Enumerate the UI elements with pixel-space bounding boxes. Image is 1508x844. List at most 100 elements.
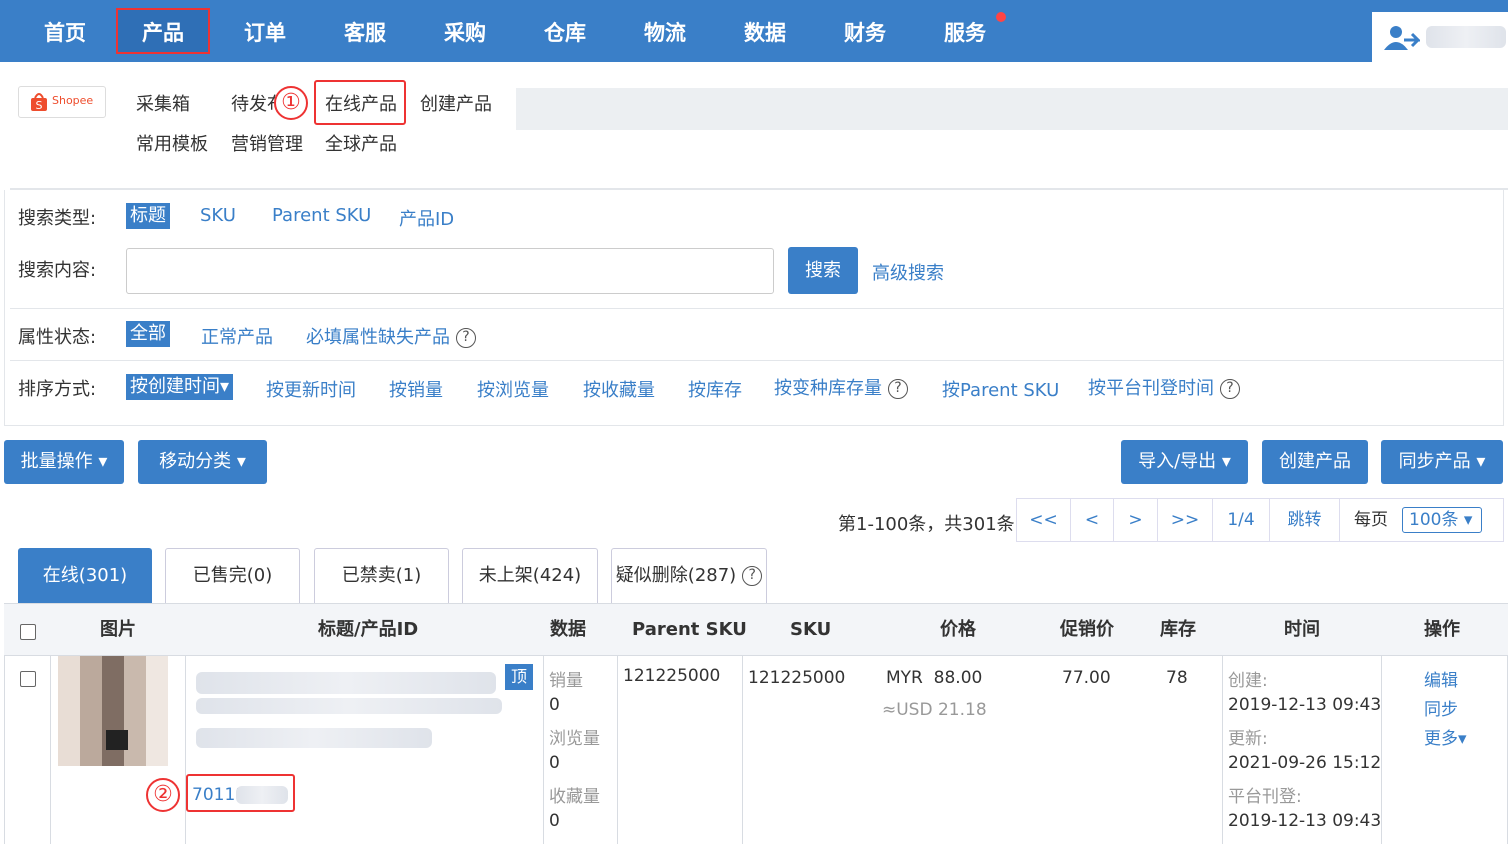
attr-normal[interactable]: 正常产品	[201, 323, 273, 349]
nav-service[interactable]: 客服	[320, 0, 410, 62]
nav-warehouse[interactable]: 仓库	[520, 0, 610, 62]
help-icon[interactable]: ?	[742, 566, 763, 586]
search-content-label: 搜索内容:	[18, 260, 97, 281]
search-type-parent-sku[interactable]: Parent SKU	[272, 205, 371, 226]
per-page-select[interactable]: 100条 ▾	[1402, 507, 1482, 533]
pager-first[interactable]: <<	[1016, 498, 1071, 542]
product-id-blurred	[236, 786, 288, 804]
sort-updated[interactable]: 按更新时间	[266, 376, 356, 402]
fav-label: 收藏量	[549, 787, 600, 807]
nav-finance[interactable]: 财务	[820, 0, 910, 62]
tab-banned[interactable]: 已禁卖(1)	[314, 548, 449, 604]
listed-label: 平台刊登:	[1228, 787, 1302, 807]
tab-unlisted[interactable]: 未上架(424)	[462, 548, 598, 604]
parent-sku: 121225000	[623, 666, 721, 686]
col-actions: 操作	[1424, 619, 1460, 640]
sort-listing-time[interactable]: 按平台刊登时间?	[1088, 374, 1240, 400]
subnav-global[interactable]: 全球产品	[325, 130, 397, 156]
sort-variant-stock-label: 按变种库存量	[774, 378, 882, 399]
help-icon[interactable]: ?	[1220, 379, 1240, 399]
col-divider	[185, 656, 186, 844]
pager-next[interactable]: >	[1114, 498, 1158, 542]
attr-missing[interactable]: 必填属性缺失产品?	[306, 323, 476, 349]
pin-top-badge[interactable]: 顶	[505, 664, 533, 690]
subnav-marketing[interactable]: 营销管理	[231, 130, 303, 156]
col-stock: 库存	[1160, 619, 1196, 640]
subnav-create[interactable]: 创建产品	[420, 90, 492, 116]
sort-favorites[interactable]: 按收藏量	[583, 376, 655, 402]
sales-label: 销量	[549, 671, 583, 691]
product-title-blurred[interactable]	[196, 672, 496, 694]
sort-views[interactable]: 按浏览量	[477, 376, 549, 402]
nav-home[interactable]: 首页	[20, 0, 110, 62]
create-product-button[interactable]: 创建产品	[1262, 440, 1368, 484]
more-link[interactable]: 更多▾	[1424, 724, 1467, 749]
sort-stock[interactable]: 按库存	[688, 376, 742, 402]
price-usd: ≈USD 21.18	[882, 700, 987, 720]
per-page-label: 每页	[1354, 510, 1388, 530]
divider	[10, 308, 1504, 309]
nav-orders[interactable]: 订单	[220, 0, 310, 62]
move-category-button[interactable]: 移动分类 ▾	[138, 440, 267, 484]
col-sku: SKU	[790, 619, 832, 640]
col-promo: 促销价	[1060, 619, 1114, 640]
tab-suspected-deleted[interactable]: 疑似删除(287)?	[611, 548, 767, 604]
search-type-label: 搜索类型:	[18, 208, 97, 229]
tab-online[interactable]: 在线(301)	[18, 548, 152, 604]
nav-services[interactable]: 服务	[920, 0, 1010, 62]
store-logo[interactable]: S Shopee	[18, 86, 106, 118]
views-label: 浏览量	[549, 729, 600, 749]
sort-parent-sku[interactable]: 按Parent SKU	[942, 376, 1059, 402]
nav-product[interactable]: 产品	[116, 8, 210, 54]
select-all-checkbox[interactable]	[20, 624, 36, 640]
import-export-button[interactable]: 导入/导出 ▾	[1121, 440, 1248, 484]
help-icon[interactable]: ?	[456, 328, 476, 348]
pager-prev[interactable]: <	[1071, 498, 1114, 542]
search-button[interactable]: 搜索	[788, 247, 858, 294]
advanced-search-link[interactable]: 高级搜索	[872, 259, 944, 285]
pager-last[interactable]: >>	[1158, 498, 1213, 542]
subnav-bar-bg	[516, 88, 1508, 130]
pager-jump[interactable]: 跳转	[1270, 498, 1340, 542]
search-type-product-id[interactable]: 产品ID	[399, 205, 454, 231]
row-checkbox[interactable]	[20, 671, 36, 687]
price: MYR 88.00	[886, 668, 983, 688]
sku: 121225000	[748, 668, 846, 688]
sort-label: 排序方式:	[18, 379, 97, 400]
col-divider	[543, 656, 544, 844]
subnav-collect[interactable]: 采集箱	[136, 90, 190, 116]
search-type-title[interactable]: 标题	[126, 203, 170, 229]
tab-sold-out[interactable]: 已售完(0)	[165, 548, 300, 604]
sort-variant-stock[interactable]: 按变种库存量?	[774, 374, 908, 400]
listed-time: 2019-12-13 09:43	[1228, 811, 1382, 831]
sync-products-button[interactable]: 同步产品 ▾	[1381, 440, 1503, 484]
help-icon[interactable]: ?	[888, 379, 908, 399]
product-title-blurred	[196, 728, 432, 748]
batch-actions-button[interactable]: 批量操作 ▾	[4, 440, 124, 484]
search-type-sku[interactable]: SKU	[200, 205, 236, 226]
attr-all[interactable]: 全部	[126, 321, 170, 347]
edit-link[interactable]: 编辑	[1424, 666, 1458, 691]
sort-created[interactable]: 按创建时间▾	[126, 374, 234, 400]
user-menu[interactable]	[1372, 12, 1508, 62]
stock: 78	[1166, 668, 1188, 688]
annotation-2: ②	[146, 778, 180, 812]
tab-suspected-deleted-label: 疑似删除(287)	[615, 565, 737, 586]
product-title-blurred	[196, 698, 502, 714]
col-title: 标题/产品ID	[318, 619, 419, 640]
pagination-summary: 第1-100条，共301条	[838, 514, 1015, 535]
sync-link[interactable]: 同步	[1424, 695, 1458, 720]
subnav-templates[interactable]: 常用模板	[136, 130, 208, 156]
sort-sales[interactable]: 按销量	[389, 376, 443, 402]
annotation-1: ①	[274, 86, 308, 120]
nav-data[interactable]: 数据	[720, 0, 810, 62]
sort-listing-time-label: 按平台刊登时间	[1088, 378, 1214, 399]
updated-label: 更新:	[1228, 729, 1268, 749]
nav-purchase[interactable]: 采购	[420, 0, 510, 62]
attr-missing-label: 必填属性缺失产品	[306, 327, 450, 348]
svg-text:S: S	[36, 99, 43, 112]
col-data: 数据	[550, 619, 586, 640]
nav-logistics[interactable]: 物流	[620, 0, 710, 62]
search-input[interactable]	[126, 248, 774, 294]
subnav-online[interactable]: 在线产品	[325, 90, 397, 116]
